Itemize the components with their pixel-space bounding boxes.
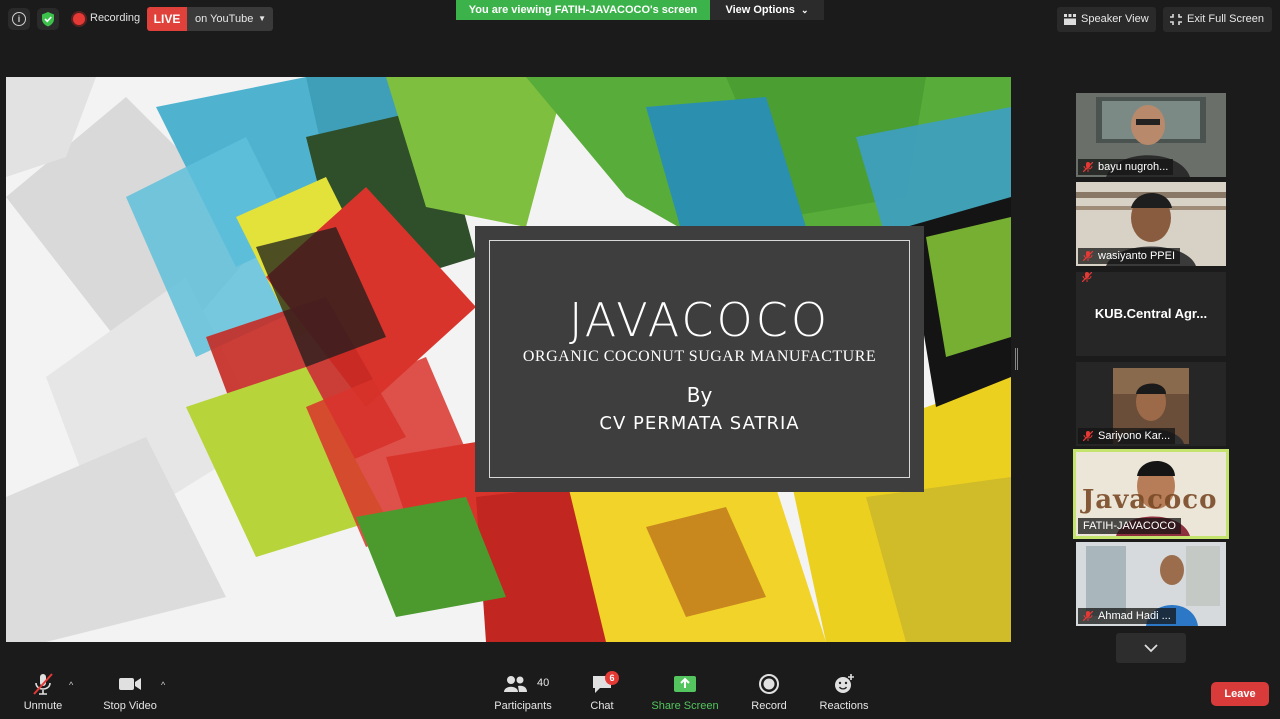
caret-down-icon: ▼ [258,14,266,23]
mic-muted-icon [1082,272,1092,282]
scroll-participants-down-button[interactable] [1116,633,1186,663]
meeting-info-icon[interactable]: i [8,8,30,30]
participants-icon [504,676,527,692]
slide-title-frame: JAVACOCO ORGANIC COCONUT SUGAR MANUFACTU… [489,240,910,478]
audio-options-caret-icon[interactable]: ^ [69,680,73,690]
slide-title-box: JAVACOCO ORGANIC COCONUT SUGAR MANUFACTU… [475,226,924,492]
participant-name: FATIH-JAVACOCO [1083,520,1176,532]
speaker-view-icon [1064,14,1076,25]
participant-tile-active-speaker[interactable]: Javacoco FATIH-JAVACOCO [1073,449,1229,539]
view-options-button[interactable]: View Options ⌄ [710,0,824,20]
mic-muted-icon [1083,251,1093,261]
share-screen-button[interactable]: Share Screen [650,672,720,712]
mic-muted-icon [1083,611,1093,621]
reactions-label: Reactions [819,700,869,712]
chat-label: Chat [590,700,614,712]
participant-nameplate: bayu nugroh... [1078,159,1174,175]
speaker-view-button[interactable]: Speaker View [1057,7,1156,32]
speaker-view-label: Speaker View [1081,13,1149,25]
shared-screen: JAVACOCO ORGANIC COCONUT SUGAR MANUFACTU… [6,77,1011,642]
slide-subtitle: ORGANIC COCONUT SUGAR MANUFACTURE [522,348,877,365]
participants-label: Participants [494,700,552,712]
mic-muted-icon [1083,162,1093,172]
mic-muted-icon [33,673,53,695]
record-button[interactable]: Record [746,672,792,712]
security-shield-icon[interactable] [37,8,59,30]
participant-name: KUB.Central Agr... [1094,306,1208,321]
live-stream-menu[interactable]: on YouTube ▼ [187,7,273,31]
recording-label[interactable]: Recording [90,12,140,24]
chat-unread-badge: 6 [605,671,619,685]
record-icon [759,674,779,694]
participant-tile[interactable]: wasiyanto PPEI [1076,182,1226,266]
meeting-top-bar: i Recording LIVE on YouTube ▼ You are vi… [0,0,1280,40]
mic-muted-icon [1083,431,1093,441]
split-view-handle[interactable] [1015,348,1018,370]
participant-nameplate: Sariyono Kar... [1078,428,1176,444]
exit-full-screen-button[interactable]: Exit Full Screen [1163,7,1272,32]
participant-tile[interactable]: Ahmad Hadi ... [1076,542,1226,626]
slide-company: CV PERMATA SATRIA [599,413,800,434]
participant-name: Ahmad Hadi ... [1098,610,1171,622]
exit-full-screen-icon [1170,14,1182,25]
participant-tile[interactable]: bayu nugroh... [1076,93,1226,177]
participant-nameplate: Ahmad Hadi ... [1078,608,1176,624]
slide-by-label: By [686,383,713,407]
share-screen-label: Share Screen [651,700,719,712]
unmute-button[interactable]: Unmute [20,672,66,712]
recording-dot-icon [73,13,85,25]
live-badge: LIVE [147,7,187,31]
participant-nameplate: wasiyanto PPEI [1078,248,1181,264]
video-options-caret-icon[interactable]: ^ [161,680,165,690]
participant-nameplate: FATIH-JAVACOCO [1078,518,1181,534]
unmute-label: Unmute [23,700,63,712]
reactions-button[interactable]: Reactions [816,672,872,712]
virtual-background-text: Javacoco [1082,485,1218,515]
participant-count: 40 [537,677,550,689]
chevron-down-icon: ⌄ [801,5,809,15]
participant-tile[interactable]: Sariyono Kar... [1076,362,1226,446]
slide-title: JAVACOCO [568,293,831,347]
leave-meeting-button[interactable]: Leave [1211,682,1269,706]
chevron-down-icon [1144,644,1158,653]
participant-tile[interactable]: KUB.Central Agr... [1076,272,1226,356]
exit-full-screen-label: Exit Full Screen [1187,13,1265,25]
participant-name: Sariyono Kar... [1098,430,1171,442]
participant-name: wasiyanto PPEI [1098,250,1176,262]
viewing-screen-banner: You are viewing FATIH-JAVACOCO's screen [456,0,710,20]
share-screen-icon [674,676,696,692]
view-options-label: View Options [725,4,795,16]
live-stream-target: on YouTube [195,13,254,25]
stop-video-label: Stop Video [103,700,157,712]
participant-name: bayu nugroh... [1098,161,1169,173]
record-label: Record [751,700,787,712]
stop-video-button[interactable]: Stop Video [98,672,162,712]
smiley-icon [835,674,854,693]
video-camera-icon [119,678,141,690]
